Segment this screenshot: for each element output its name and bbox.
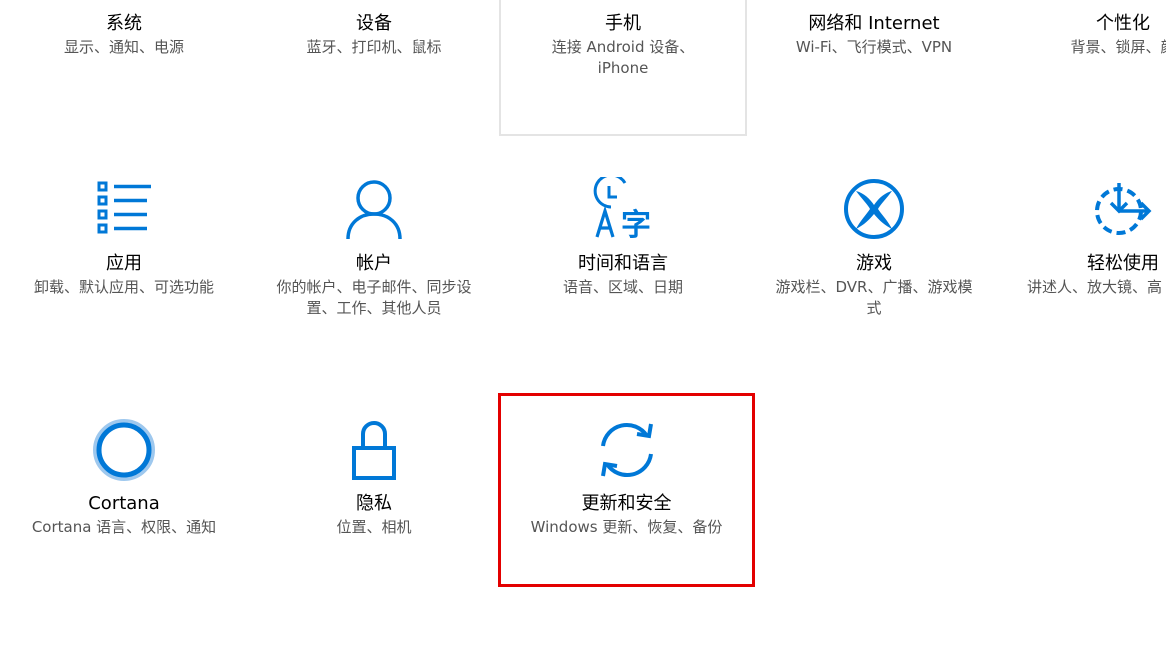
tile-title: 手机 bbox=[605, 13, 641, 34]
tile-personalization[interactable]: 个性化 背景、锁屏、颜 bbox=[999, 0, 1166, 130]
svg-text:字: 字 bbox=[621, 208, 651, 241]
apps-list-icon bbox=[92, 177, 156, 241]
tile-description: 语音、区域、日期 bbox=[562, 278, 683, 296]
time-language-icon: 字 bbox=[591, 177, 655, 241]
tile-title: 轻松使用 bbox=[1087, 253, 1159, 274]
tile-description: 连接 Android 设备、iPhone bbox=[551, 38, 695, 77]
tile-devices[interactable]: 设备 蓝牙、打印机、鼠标 bbox=[250, 0, 498, 130]
tile-description: Wi-Fi、飞行模式、VPN bbox=[795, 38, 953, 56]
tile-description: Windows 更新、恢复、备份 bbox=[530, 518, 723, 536]
tile-description: 蓝牙、打印机、鼠标 bbox=[306, 38, 442, 56]
tile-title: 系统 bbox=[106, 13, 142, 34]
tile-description: 背景、锁屏、颜 bbox=[1070, 38, 1166, 56]
tile-title: 时间和语言 bbox=[578, 253, 668, 274]
tile-title: 网络和 Internet bbox=[808, 13, 940, 34]
tile-title: 游戏 bbox=[856, 253, 892, 274]
cortana-icon bbox=[92, 418, 156, 482]
tile-title: 更新和安全 bbox=[581, 493, 672, 514]
tile-title: 应用 bbox=[106, 253, 142, 274]
lock-icon bbox=[342, 418, 406, 482]
tile-description: 卸载、默认应用、可选功能 bbox=[33, 278, 214, 296]
tile-title: 帐户 bbox=[356, 253, 392, 274]
tile-title: 隐私 bbox=[356, 493, 392, 514]
ease-of-access-icon bbox=[1091, 177, 1155, 241]
tile-description: 显示、通知、电源 bbox=[63, 38, 184, 56]
tile-description: 讲述人、放大镜、高 bbox=[1027, 278, 1163, 296]
tile-title: Cortana bbox=[88, 493, 160, 514]
tile-network[interactable]: 网络和 Internet Wi-Fi、飞行模式、VPN bbox=[750, 0, 998, 130]
sync-icon bbox=[595, 418, 659, 482]
tile-title: 个性化 bbox=[1096, 13, 1150, 34]
tile-update-security[interactable]: 更新和安全 Windows 更新、恢复、备份 bbox=[498, 393, 755, 587]
person-icon bbox=[342, 177, 406, 241]
tile-description: Cortana 语言、权限、通知 bbox=[31, 518, 217, 536]
tile-description: 位置、相机 bbox=[336, 518, 412, 536]
tile-description: 你的帐户、电子邮件、同步设置、工作、其他人员 bbox=[276, 278, 472, 317]
xbox-icon bbox=[842, 177, 906, 241]
tile-system[interactable]: 系统 显示、通知、电源 bbox=[0, 0, 248, 130]
tile-title: 设备 bbox=[356, 13, 392, 34]
tile-description: 游戏栏、DVR、广播、游戏模式 bbox=[775, 278, 973, 317]
tile-phone[interactable]: 手机 连接 Android 设备、iPhone bbox=[499, 0, 747, 136]
